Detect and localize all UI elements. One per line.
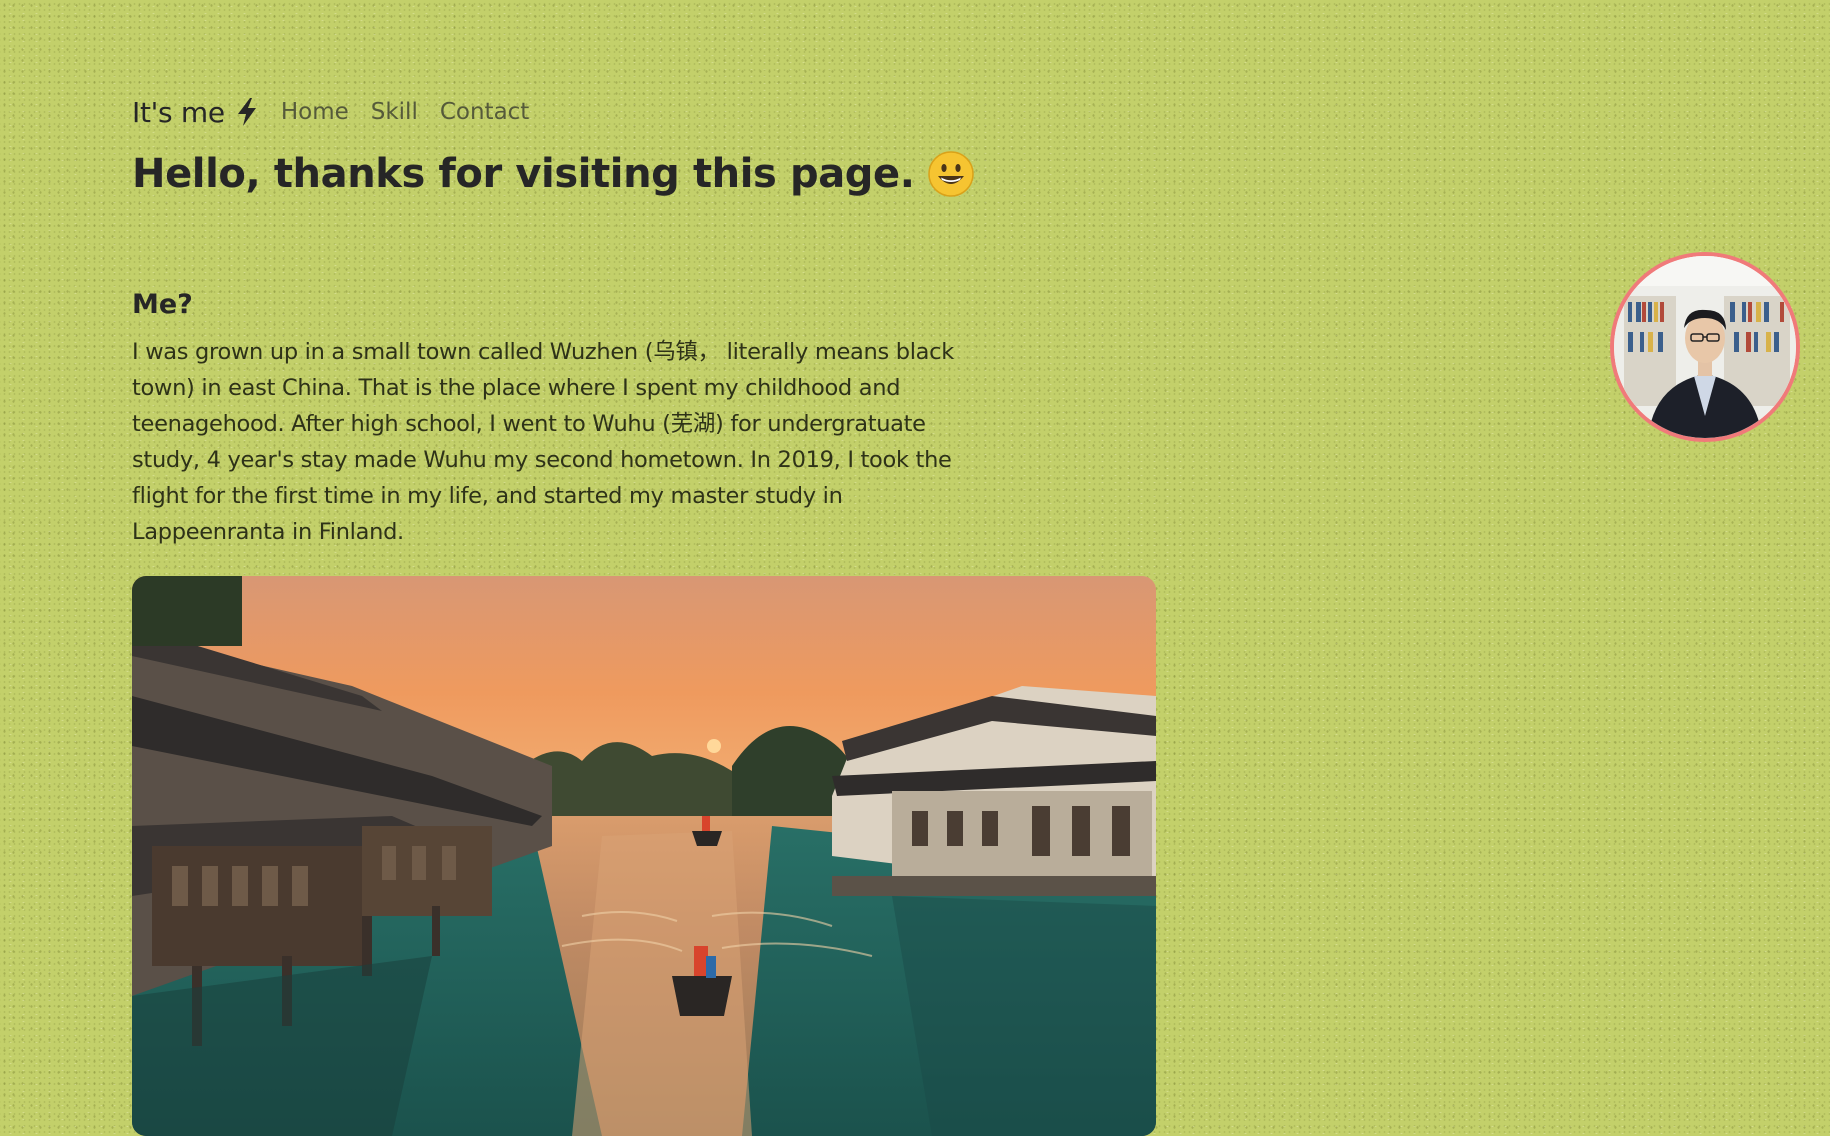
- page-title: Hello, thanks for visiting this page.: [132, 150, 975, 198]
- brand-link[interactable]: It's me: [132, 96, 259, 129]
- lightning-bolt-icon: [237, 98, 256, 126]
- nav-link-home[interactable]: Home: [281, 99, 349, 125]
- nav-link-skill[interactable]: Skill: [371, 99, 418, 125]
- about-paragraph: I was grown up in a small town called Wu…: [132, 339, 954, 545]
- wuzhen-photo: [132, 576, 1156, 1136]
- about-heading: Me?: [132, 289, 193, 320]
- brand-label: It's me: [132, 95, 225, 129]
- nav-link-contact[interactable]: Contact: [440, 99, 529, 125]
- page-title-text: Hello, thanks for visiting this page.: [132, 151, 915, 197]
- smiley-face-icon: [927, 151, 974, 197]
- top-nav: It's me Home Skill Contact: [132, 92, 551, 132]
- profile-avatar[interactable]: [1610, 252, 1800, 442]
